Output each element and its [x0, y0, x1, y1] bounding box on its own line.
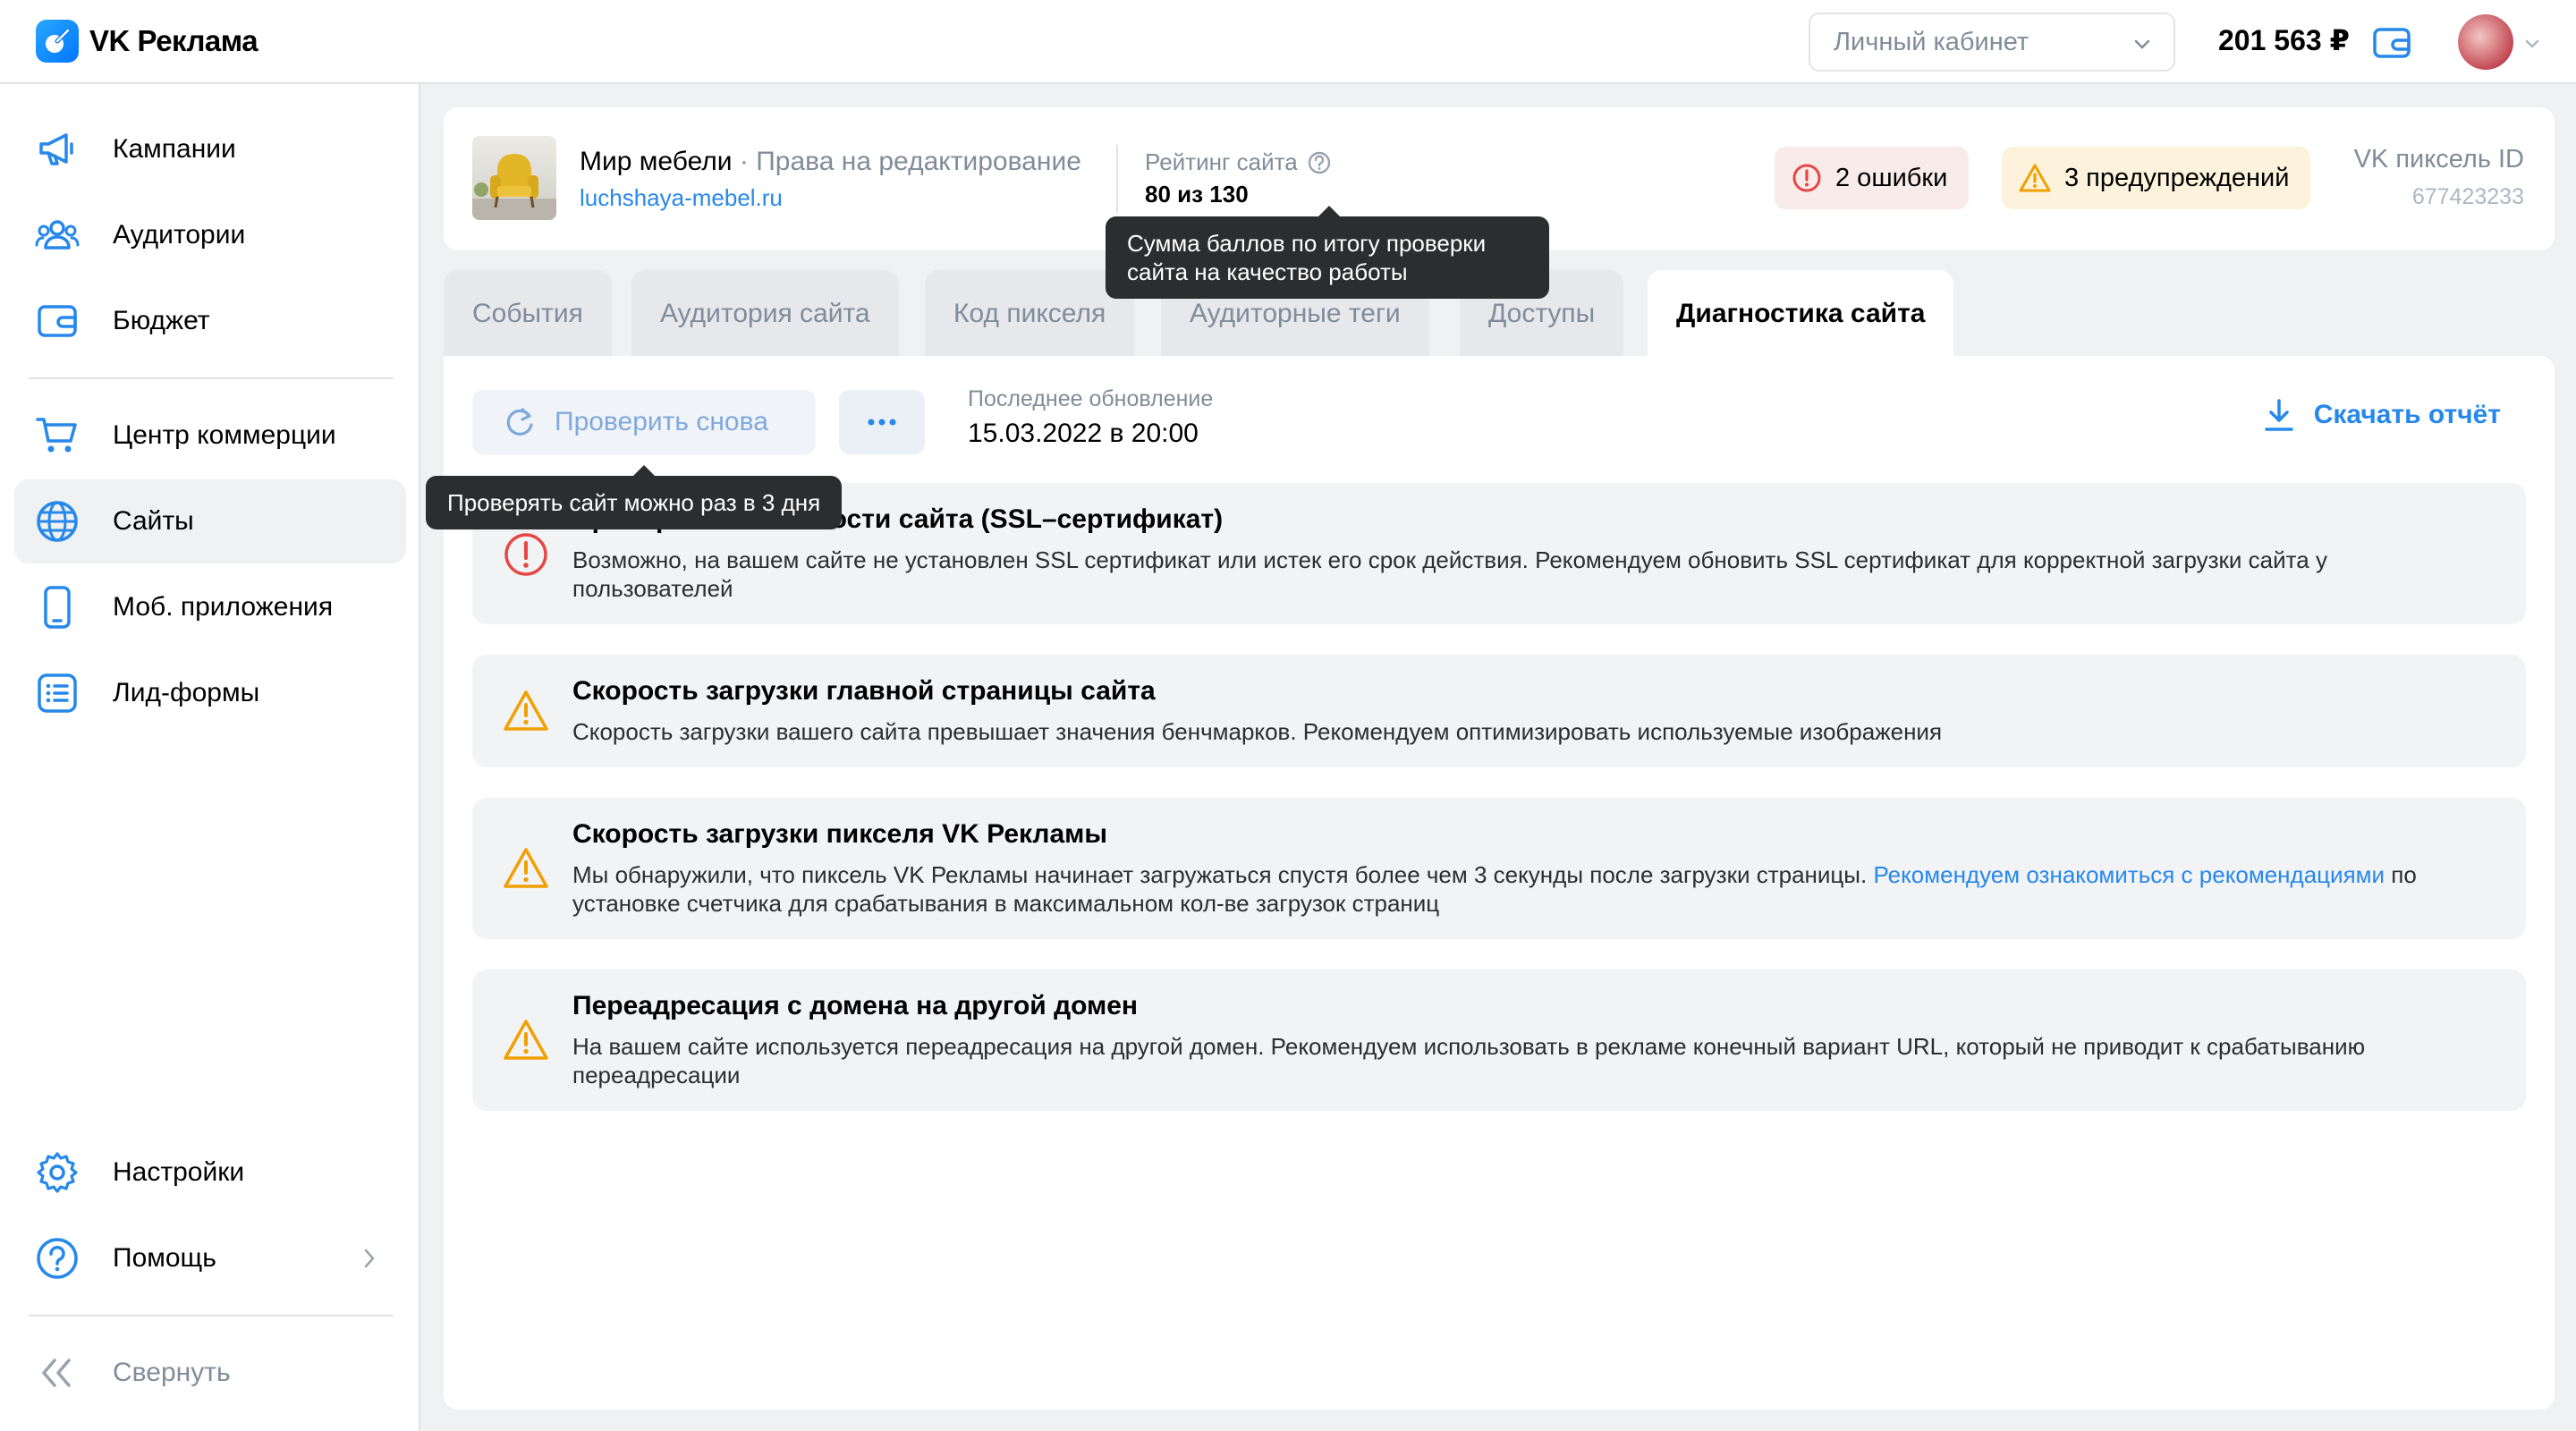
refresh-icon	[506, 408, 533, 436]
issue-description: На вашем сайте используется переадресаци…	[572, 1033, 2366, 1088]
account-balance: 201 563 ₽	[2218, 24, 2350, 56]
more-actions-button[interactable]	[839, 390, 925, 454]
rating-tooltip-line1: Сумма баллов по итогу проверки	[1127, 230, 1487, 257]
sidebar-item-help[interactable]: Помощь	[14, 1216, 406, 1300]
warning-icon	[504, 690, 548, 731]
site-title: Мир мебели · Права на редактирование	[580, 147, 1081, 177]
site-rights: Права на редактирование	[756, 147, 1081, 176]
recheck-button-label: Проверить снова	[555, 407, 768, 436]
smartphone-icon	[34, 584, 80, 631]
sidebar-collapse[interactable]: Свернуть	[14, 1331, 406, 1415]
pixel-id-value: 677423233	[2411, 184, 2524, 209]
sidebar-item-label: Центр коммерции	[113, 420, 336, 450]
errors-badge[interactable]: 2 ошибки	[1775, 147, 1970, 209]
cart-icon	[34, 412, 80, 459]
help-icon	[34, 1235, 80, 1282]
vk-ads-logo-icon	[36, 20, 79, 63]
error-icon	[1791, 162, 1823, 194]
issue-card-pixel-speed[interactable]: Скорость загрузки пикселя VK Рекламы Мы …	[472, 798, 2526, 939]
warnings-badge[interactable]: 3 предупреждений	[2002, 147, 2311, 209]
cabinet-select-value: Личный кабинет	[1834, 27, 2029, 56]
chevron-down-icon	[2134, 39, 2150, 49]
sidebar-item-lead-forms[interactable]: Лид-формы	[14, 651, 406, 735]
recheck-tooltip-text: Проверять сайт можно раз в 3 дня	[447, 489, 821, 516]
collapse-icon	[34, 1350, 80, 1396]
wallet-icon	[34, 298, 80, 344]
more-horizontal-icon	[868, 419, 896, 426]
issue-description: Возможно, на вашем сайте не установлен S…	[572, 546, 2327, 602]
sidebar-divider	[29, 377, 394, 379]
megaphone-icon	[34, 126, 80, 173]
site-separator: ·	[732, 147, 757, 176]
rating-label-text: Рейтинг сайта	[1145, 148, 1298, 175]
sidebar-item-label: Лид-формы	[113, 678, 260, 707]
header-divider	[1116, 145, 1118, 213]
issue-card-page-speed[interactable]: Скорость загрузки главной страницы сайта…	[472, 655, 2526, 767]
sidebar-item-commerce[interactable]: Центр коммерции	[14, 394, 406, 478]
chevron-right-icon	[364, 1249, 375, 1268]
app-title: VK Реклама	[89, 24, 258, 57]
sidebar-item-settings[interactable]: Настройки	[14, 1130, 406, 1215]
issue-card-redirect[interactable]: Переадресация с домена на другой домен Н…	[472, 970, 2526, 1111]
issue-description: Скорость загрузки вашего сайта превышает…	[572, 718, 1943, 745]
chevron-down-icon[interactable]	[2522, 34, 2542, 54]
warnings-badge-label: 3 предупреждений	[2064, 163, 2290, 192]
download-report-button[interactable]: Скачать отчёт	[2262, 397, 2501, 433]
recheck-button[interactable]: Проверить снова	[472, 390, 816, 454]
sidebar-item-label: Свернуть	[113, 1358, 231, 1387]
app-logo[interactable]: VK Реклама	[36, 20, 258, 63]
issue-description: Мы обнаружили, что пиксель VK Рекламы на…	[572, 860, 2487, 918]
sidebar-item-label: Настройки	[113, 1157, 245, 1187]
users-icon	[34, 212, 80, 258]
recheck-tooltip: Проверять сайт можно раз в 3 дня	[426, 465, 843, 529]
download-icon	[2264, 399, 2293, 431]
site-link[interactable]: luchshaya-mebel.ru	[580, 184, 783, 212]
warning-icon	[504, 848, 548, 888]
site-rating-value: 80 из 130	[1145, 181, 1249, 207]
download-report-label: Скачать отчёт	[2313, 400, 2501, 429]
warning-icon	[504, 1020, 548, 1060]
last-update-label: Последнее обновление	[968, 386, 1214, 411]
sidebar: Кампании Аудитории Бюджет Центр коммерци…	[0, 84, 420, 1431]
recommendations-link[interactable]: Рекомендуем ознакомиться с рекомендациям…	[1873, 861, 2385, 888]
sidebar-item-sites[interactable]: Сайты	[14, 479, 406, 563]
sidebar-item-label: Бюджет	[113, 306, 210, 335]
last-update-value: 15.03.2022 в 20:00	[968, 419, 1199, 448]
issue-title: Скорость загрузки главной страницы сайта	[572, 676, 1156, 706]
tab-site-diagnostics[interactable]: Диагностика сайта	[1648, 270, 1954, 358]
sidebar-item-label: Помощь	[113, 1243, 216, 1273]
list-icon	[34, 670, 80, 716]
globe-icon	[34, 498, 80, 545]
sidebar-item-campaigns[interactable]: Кампании	[14, 107, 406, 191]
site-rating-label: Рейтинг сайта	[1145, 148, 1332, 176]
sidebar-item-audiences[interactable]: Аудитории	[14, 193, 406, 277]
warning-icon	[2018, 162, 2052, 194]
sidebar-item-label: Аудитории	[113, 220, 246, 250]
issue-description-text: Мы обнаружили, что пиксель VK Рекламы на…	[572, 861, 1874, 888]
gear-icon	[34, 1149, 80, 1196]
sidebar-item-mobile-apps[interactable]: Моб. приложения	[14, 565, 406, 649]
tab-site-audience[interactable]: Аудитория сайта	[631, 270, 899, 358]
user-avatar[interactable]	[2458, 14, 2513, 70]
tab-events[interactable]: События	[444, 270, 612, 358]
issue-title: Переадресация с домена на другой домен	[572, 991, 1139, 1020]
issue-title: Скорость загрузки пикселя VK Рекламы	[572, 819, 1107, 849]
top-bar: VK Реклама Личный кабинет 201 563 ₽	[0, 0, 2576, 84]
tab-pixel-code[interactable]: Код пикселя	[925, 270, 1135, 358]
rating-tooltip: Сумма баллов по итогу проверки сайта на …	[1106, 206, 1549, 299]
sidebar-item-label: Сайты	[113, 506, 194, 536]
site-name: Мир мебели	[580, 147, 733, 176]
sidebar-item-label: Кампании	[113, 134, 236, 164]
pixel-id-label: VK пиксель ID	[2353, 145, 2524, 174]
sidebar-item-budget[interactable]: Бюджет	[14, 279, 406, 363]
errors-badge-label: 2 ошибки	[1835, 163, 1948, 192]
question-icon[interactable]	[1307, 150, 1332, 175]
wallet-icon[interactable]	[2372, 25, 2411, 61]
sidebar-item-label: Моб. приложения	[113, 592, 334, 622]
cabinet-select[interactable]: Личный кабинет	[1809, 13, 2175, 72]
site-thumbnail	[472, 136, 556, 220]
sidebar-divider	[29, 1315, 394, 1317]
error-icon	[504, 533, 547, 576]
rating-tooltip-line2: сайта на качество работы	[1127, 258, 1408, 285]
